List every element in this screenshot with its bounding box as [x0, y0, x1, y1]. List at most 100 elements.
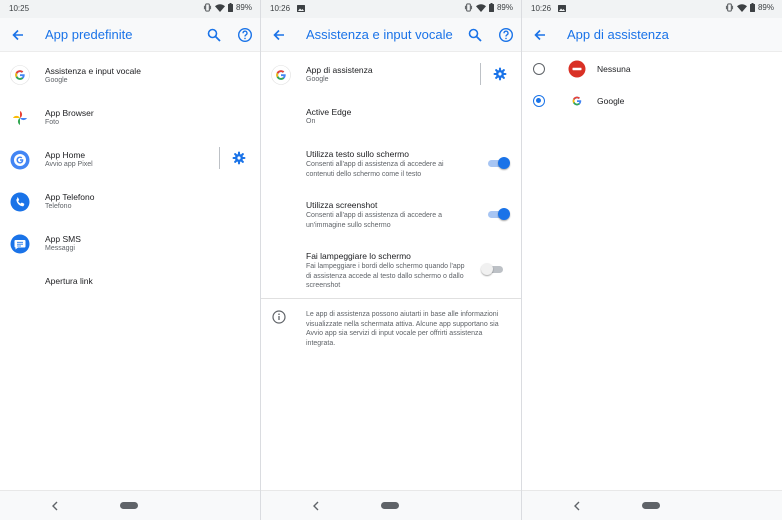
toggle-row-screenshot[interactable]: Utilizza screenshot Consenti all'app di …: [261, 196, 521, 232]
pixel-launcher-icon: [10, 150, 30, 170]
back-arrow-icon[interactable]: [10, 27, 26, 43]
assist-app-row[interactable]: App di assistenza Google: [261, 60, 521, 94]
gear-icon[interactable]: [493, 67, 507, 81]
list-item-phone[interactable]: App Telefono Telefono: [0, 187, 260, 221]
nav-home-pill[interactable]: [120, 502, 138, 509]
image-notification-icon: [297, 5, 305, 12]
phone-icon: [10, 192, 30, 212]
navigation-bar: [0, 490, 260, 520]
image-notification-icon: [558, 5, 566, 12]
battery-icon: [227, 3, 233, 12]
item-subtitle: Avvio app Pixel: [45, 161, 93, 168]
item-title: Utilizza screenshot: [306, 200, 378, 210]
option-label: Google: [597, 96, 625, 106]
messages-icon: [10, 234, 30, 254]
panel-default-apps: 10:25 89% App predefinite Assistenza e i…: [0, 0, 260, 520]
radio-none[interactable]: [533, 63, 545, 75]
item-divider: [219, 147, 220, 169]
item-subtitle: Telefono: [45, 203, 72, 210]
status-bar: 10:26 89%: [522, 0, 782, 18]
screen-text-toggle[interactable]: [486, 156, 510, 170]
item-title: Active Edge: [306, 107, 352, 117]
help-icon[interactable]: [498, 27, 514, 43]
navigation-bar: [261, 490, 521, 520]
info-icon: [272, 310, 286, 324]
status-bar: 10:25 89%: [0, 0, 260, 18]
battery-percent: 89%: [496, 3, 513, 12]
item-title: App Browser: [45, 108, 94, 118]
help-icon[interactable]: [237, 27, 253, 43]
back-arrow-icon[interactable]: [532, 27, 548, 43]
search-icon[interactable]: [206, 27, 222, 43]
status-bar: 10:26 89%: [261, 0, 521, 18]
section-divider: [261, 298, 521, 299]
list-item-links[interactable]: Apertura link: [0, 270, 260, 294]
search-icon[interactable]: [467, 27, 483, 43]
nav-back-icon[interactable]: [50, 500, 60, 512]
back-arrow-icon[interactable]: [271, 27, 287, 43]
navigation-bar: [522, 490, 782, 520]
vibrate-icon: [464, 3, 473, 12]
nav-back-icon[interactable]: [572, 500, 582, 512]
item-divider: [480, 63, 481, 85]
battery-percent: 89%: [235, 3, 252, 12]
option-google[interactable]: Google: [522, 90, 782, 112]
page-title: Assistenza e input vocale: [306, 27, 453, 42]
nav-back-icon[interactable]: [311, 500, 321, 512]
item-title: Assistenza e input vocale: [45, 66, 141, 76]
item-title: App Home: [45, 150, 86, 160]
option-label: Nessuna: [597, 64, 631, 74]
item-title: App SMS: [45, 234, 81, 244]
app-bar: App di assistenza: [522, 18, 782, 52]
active-edge-row[interactable]: Active Edge On: [261, 103, 521, 133]
battery-icon: [749, 3, 755, 12]
item-subtitle: Foto: [45, 119, 60, 126]
item-title: Utilizza testo sullo schermo: [306, 149, 409, 159]
nav-home-pill[interactable]: [642, 502, 660, 509]
item-desc: Consenti all'app di assistenza di accede…: [306, 161, 444, 178]
item-subtitle: Google: [45, 77, 68, 84]
gear-icon[interactable]: [232, 151, 246, 165]
list-item-sms[interactable]: App SMS Messaggi: [0, 229, 260, 263]
item-title: Fai lampeggiare lo schermo: [306, 251, 411, 261]
page-title: App di assistenza: [567, 27, 669, 42]
item-title: App Telefono: [45, 192, 95, 202]
page-title: App predefinite: [45, 27, 133, 42]
wifi-icon: [475, 3, 486, 12]
nav-home-pill[interactable]: [381, 502, 399, 509]
item-subtitle: Messaggi: [45, 245, 75, 252]
status-time: 10:26: [270, 4, 291, 13]
flash-screen-toggle[interactable]: [481, 262, 505, 276]
item-desc: Fai lampeggiare i bordi dello schermo qu…: [306, 263, 465, 289]
item-subtitle: Google: [306, 76, 329, 83]
google-icon: [271, 65, 291, 85]
battery-percent: 89%: [757, 3, 774, 12]
vibrate-icon: [203, 3, 212, 12]
google-icon: [572, 96, 582, 106]
item-subtitle: On: [306, 118, 316, 125]
status-time: 10:25: [9, 4, 30, 13]
none-icon: [568, 60, 586, 78]
list-item-home[interactable]: App Home Avvio app Pixel: [0, 145, 260, 179]
vibrate-icon: [725, 3, 734, 12]
list-item-assistenza[interactable]: Assistenza e input vocale Google: [0, 60, 260, 94]
status-time: 10:26: [531, 4, 552, 13]
item-desc: Consenti all'app di assistenza di accede…: [306, 212, 442, 229]
panel-assist-voice-input: 10:26 89% Assistenza e input vocale App …: [261, 0, 521, 520]
toggle-row-flash-screen[interactable]: Fai lampeggiare lo schermo Fai lampeggia…: [261, 247, 521, 293]
app-bar: Assistenza e input vocale: [261, 18, 521, 52]
item-title: App di assistenza: [306, 65, 373, 75]
app-bar: App predefinite: [0, 18, 260, 52]
radio-google[interactable]: [533, 95, 545, 107]
wifi-icon: [736, 3, 747, 12]
battery-icon: [488, 3, 494, 12]
item-title: Apertura link: [45, 276, 93, 286]
photos-icon: [13, 111, 27, 125]
list-item-browser[interactable]: App Browser Foto: [0, 103, 260, 137]
info-footer: Le app di assistenza possono aiutarti in…: [261, 306, 521, 352]
option-none[interactable]: Nessuna: [522, 58, 782, 80]
screenshot-toggle[interactable]: [486, 207, 510, 221]
toggle-row-screen-text[interactable]: Utilizza testo sullo schermo Consenti al…: [261, 145, 521, 185]
google-icon: [10, 65, 30, 85]
info-text: Le app di assistenza possono aiutarti in…: [306, 311, 499, 347]
